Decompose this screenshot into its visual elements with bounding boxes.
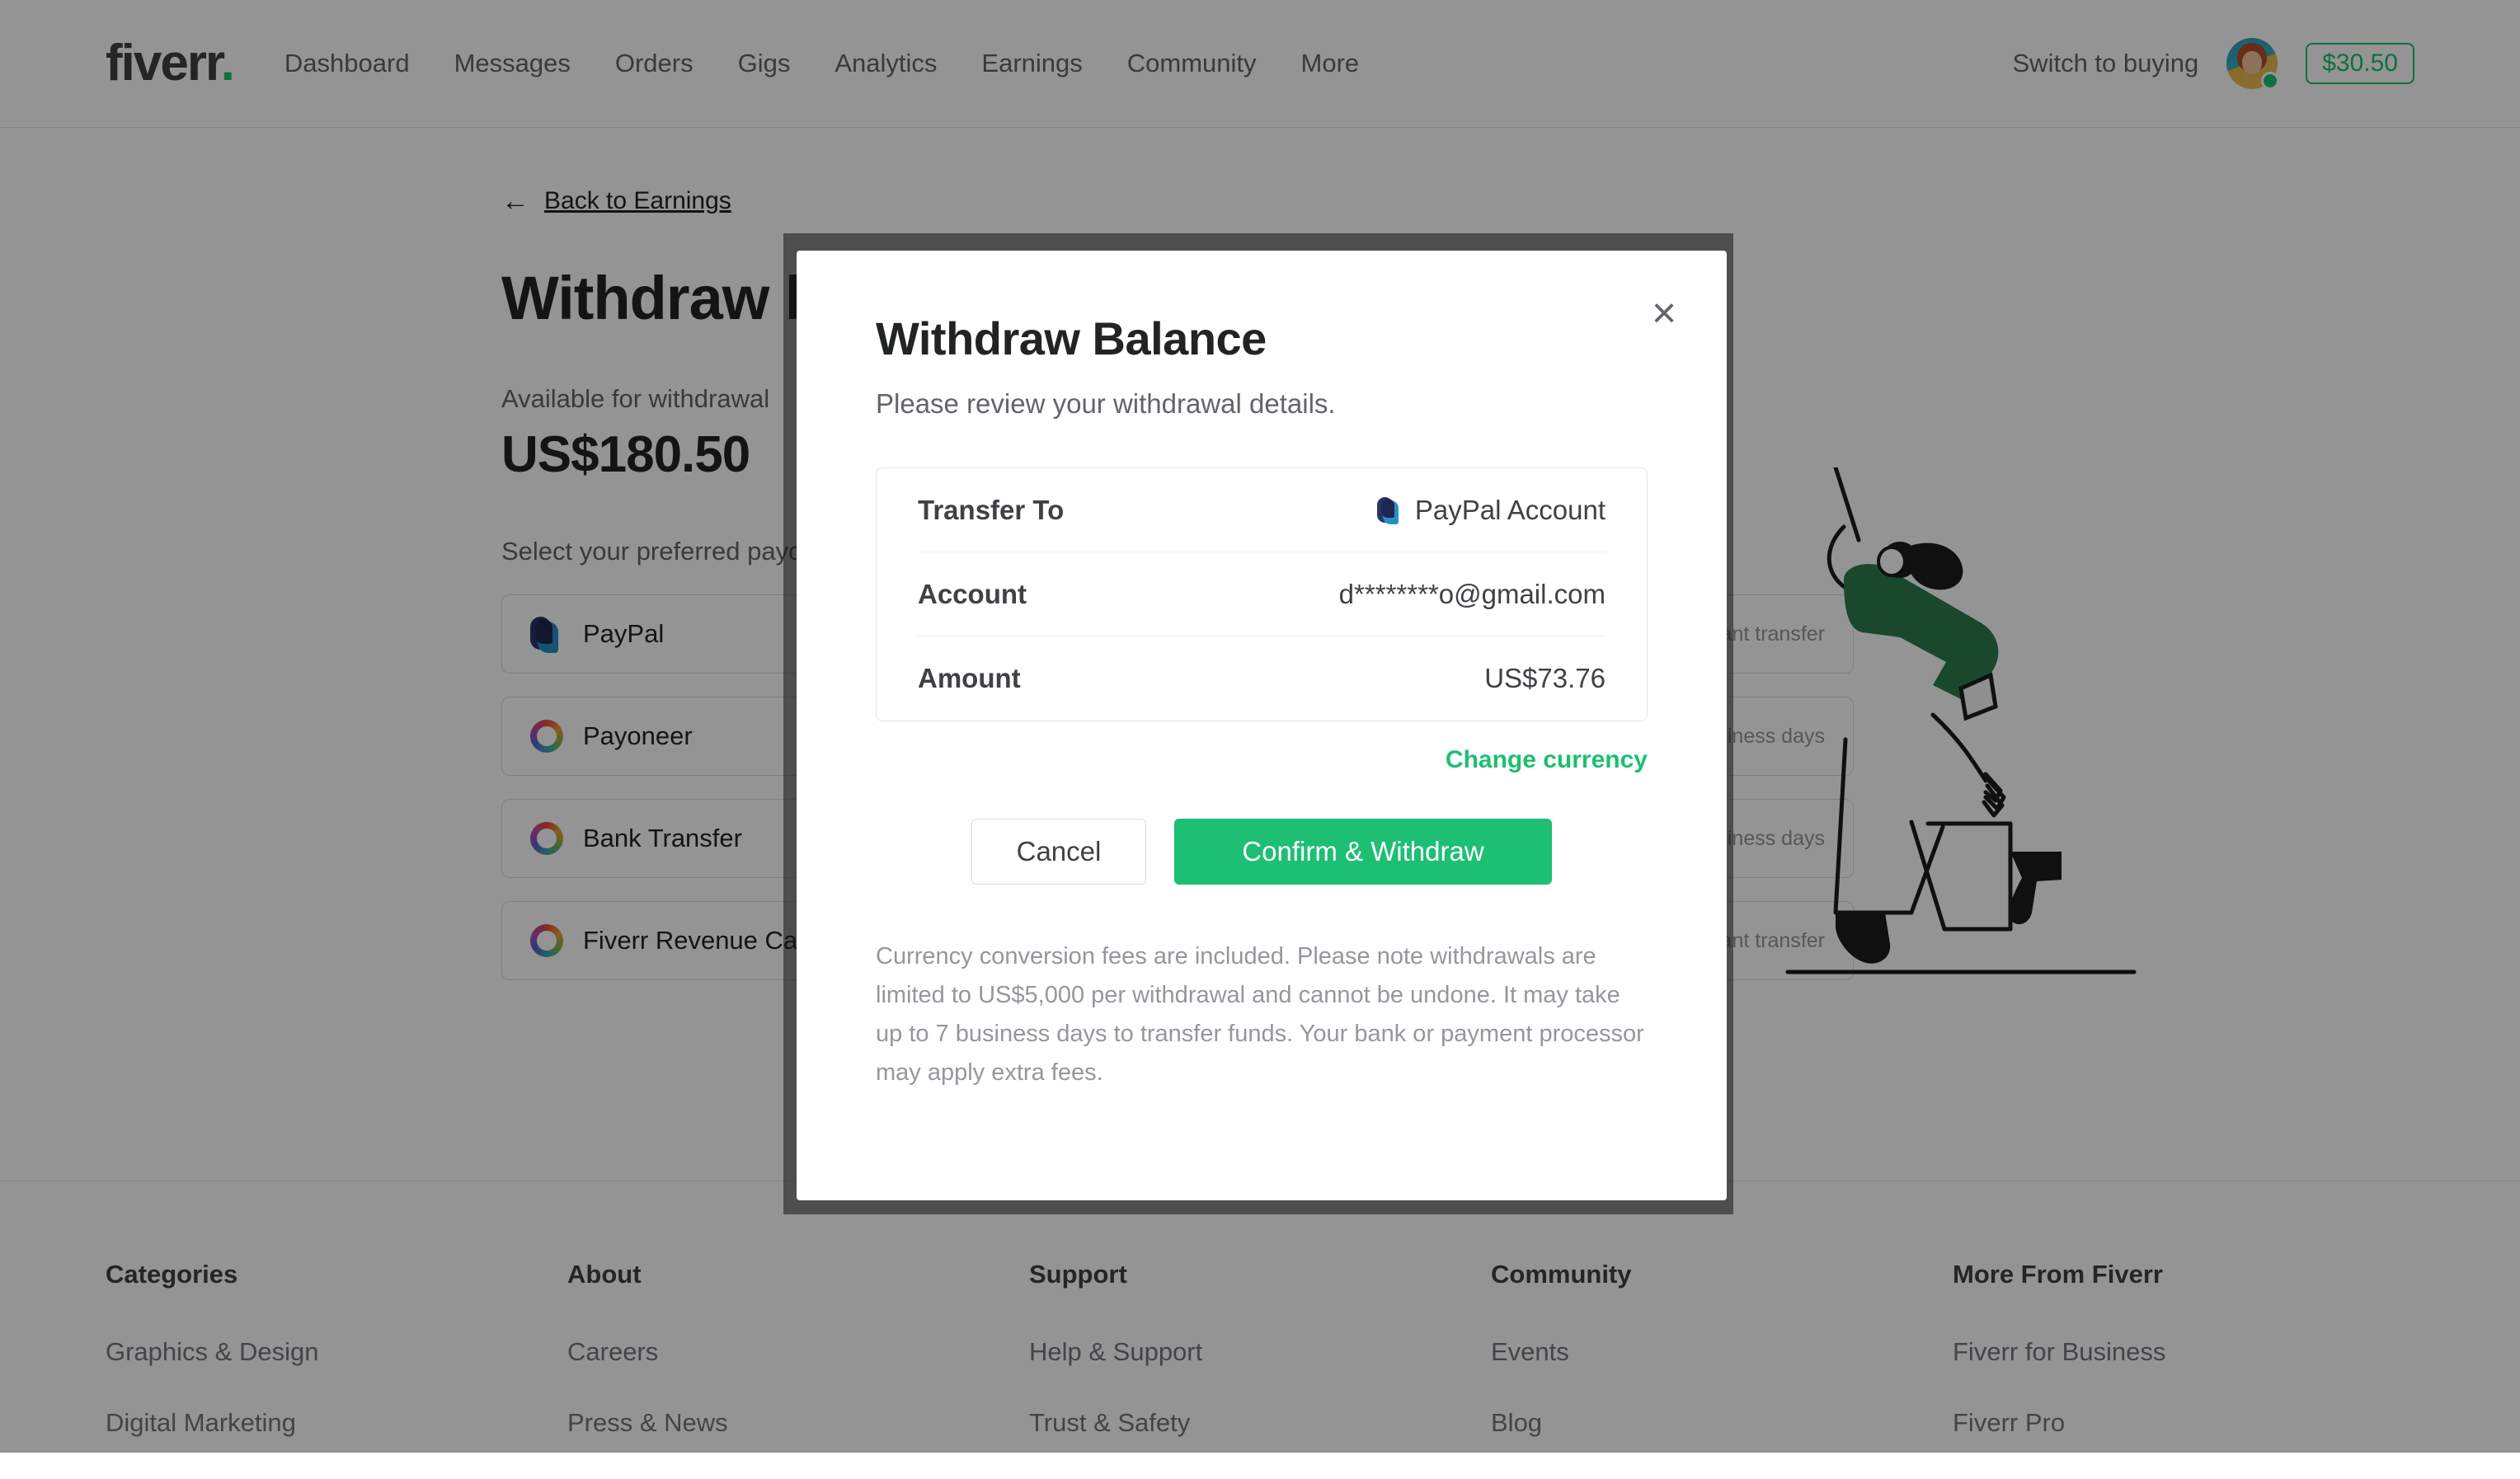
- footer-column-categories: Categories Graphics & Design Digital Mar…: [106, 1260, 567, 1479]
- footer-link[interactable]: Trust & Safety: [1029, 1408, 1491, 1438]
- detail-key: Amount: [918, 663, 1021, 694]
- nav-item-messages[interactable]: Messages: [454, 49, 571, 78]
- detail-value-text: d********o@gmail.com: [1339, 579, 1606, 610]
- nav-item-gigs[interactable]: Gigs: [738, 49, 791, 78]
- footer-link[interactable]: Events: [1491, 1337, 1953, 1367]
- footer-link[interactable]: Blog: [1491, 1408, 1953, 1438]
- footer-link[interactable]: Fiverr for Business: [1953, 1337, 2414, 1367]
- back-to-earnings-link[interactable]: ← Back to Earnings: [501, 187, 2151, 215]
- footer-heading: Community: [1491, 1260, 1953, 1289]
- footer-link[interactable]: Digital Marketing: [106, 1408, 567, 1438]
- withdrawal-details-table: Transfer To PayPal Account Account d****…: [876, 467, 1648, 721]
- balance-badge[interactable]: $30.50: [2306, 43, 2414, 84]
- detail-row-amount: Amount US$73.76: [918, 636, 1606, 721]
- footer-columns: Categories Graphics & Design Digital Mar…: [0, 1181, 2520, 1479]
- confirm-withdraw-button[interactable]: Confirm & Withdraw: [1174, 819, 1552, 885]
- change-currency-link[interactable]: Change currency: [876, 746, 1648, 774]
- logo-dot: .: [221, 35, 233, 92]
- nav-item-analytics[interactable]: Analytics: [835, 49, 937, 78]
- nav-item-orders[interactable]: Orders: [615, 49, 693, 78]
- footer-link[interactable]: Help & Support: [1029, 1337, 1491, 1367]
- modal-subtitle: Please review your withdrawal details.: [876, 388, 1648, 420]
- online-status-dot: [2261, 72, 2279, 90]
- footer-heading: More From Fiverr: [1953, 1260, 2414, 1289]
- nav-item-more[interactable]: More: [1301, 49, 1360, 78]
- header-right-group: Switch to buying $30.50: [2013, 38, 2415, 89]
- footer-column-about: About Careers Press & News: [567, 1260, 1029, 1479]
- back-link-label: Back to Earnings: [544, 187, 731, 215]
- rainbow-ring-icon: [530, 924, 563, 957]
- footer-heading: Support: [1029, 1260, 1491, 1289]
- close-icon[interactable]: ×: [1639, 289, 1689, 338]
- avatar[interactable]: [2226, 38, 2278, 89]
- detail-key: Transfer To: [918, 495, 1064, 526]
- detail-row-transfer-to: Transfer To PayPal Account: [918, 468, 1606, 552]
- method-name: Bank Transfer: [583, 824, 742, 853]
- rainbow-ring-icon: [530, 822, 563, 855]
- withdraw-balance-modal: × Withdraw Balance Please review your wi…: [797, 251, 1727, 1200]
- arrow-left-icon: ←: [501, 187, 529, 215]
- footer-heading: About: [567, 1260, 1029, 1289]
- detail-value-text: US$73.76: [1484, 663, 1606, 694]
- method-name: Payoneer: [583, 721, 693, 751]
- modal-title: Withdraw Balance: [876, 312, 1648, 365]
- footer-link[interactable]: Graphics & Design: [106, 1337, 567, 1367]
- method-name: PayPal: [583, 619, 664, 649]
- paypal-icon: [530, 615, 563, 653]
- detail-value-text: PayPal Account: [1415, 495, 1606, 526]
- paypal-icon: [1377, 495, 1402, 525]
- fiverr-logo[interactable]: fiverr.: [106, 38, 233, 89]
- modal-action-buttons: Cancel Confirm & Withdraw: [876, 819, 1648, 885]
- footer-link[interactable]: Press & News: [567, 1408, 1029, 1438]
- nav-item-community[interactable]: Community: [1127, 49, 1257, 78]
- detail-value: PayPal Account: [1377, 495, 1606, 526]
- switch-to-buying-link[interactable]: Switch to buying: [2013, 49, 2199, 78]
- footer-heading: Categories: [106, 1260, 567, 1289]
- nav-item-earnings[interactable]: Earnings: [981, 49, 1082, 78]
- rainbow-ring-icon: [530, 720, 563, 753]
- footer-column-community: Community Events Blog: [1491, 1260, 1953, 1479]
- footer-link[interactable]: Fiverr Pro: [1953, 1408, 2414, 1438]
- footer-link[interactable]: Careers: [567, 1337, 1029, 1367]
- nav-item-dashboard[interactable]: Dashboard: [284, 49, 410, 78]
- seated-person-illustration: [1738, 467, 2200, 979]
- main-navigation: Dashboard Messages Orders Gigs Analytics…: [284, 49, 1359, 78]
- modal-disclaimer-note: Currency conversion fees are included. P…: [876, 937, 1648, 1092]
- footer-column-support: Support Help & Support Trust & Safety: [1029, 1260, 1491, 1479]
- detail-key: Account: [918, 579, 1027, 610]
- detail-row-account: Account d********o@gmail.com: [918, 552, 1606, 636]
- cancel-button[interactable]: Cancel: [971, 819, 1146, 885]
- logo-text: fiverr: [106, 35, 221, 92]
- footer-column-more-from-fiverr: More From Fiverr Fiverr for Business Fiv…: [1953, 1260, 2414, 1479]
- site-footer: Categories Graphics & Design Digital Mar…: [0, 1181, 2520, 1453]
- site-header: fiverr. Dashboard Messages Orders Gigs A…: [0, 0, 2520, 128]
